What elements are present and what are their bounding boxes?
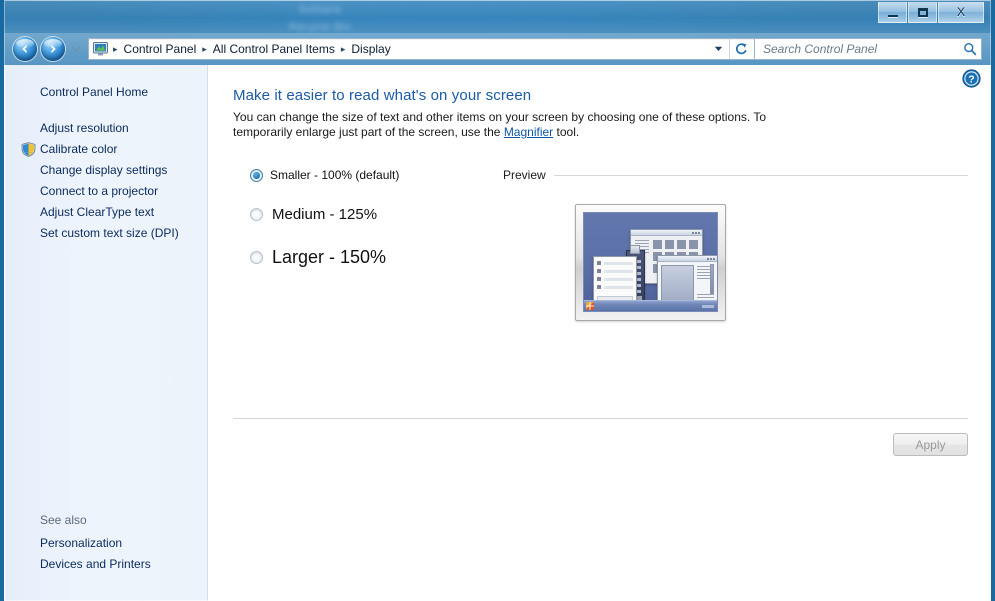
maximize-button[interactable] [908,2,937,23]
help-icon: ? [962,69,981,88]
sidebar-item-set-custom-text-size[interactable]: Set custom text size (DPI) [5,223,207,244]
sidebar-item-control-panel-home[interactable]: Control Panel Home [5,82,207,103]
see-also-label: See also [40,513,87,527]
breadcrumb-dropdown-button[interactable] [707,39,729,59]
chevron-down-icon [714,46,722,51]
breadcrumb-item-all-control-panel-items[interactable]: All Control Panel Items [209,42,339,56]
preview-taskbar [584,300,717,311]
window-title-bar: X [4,0,991,33]
sidebar-item-label: Adjust ClearType text [40,205,155,219]
options-and-preview-row: Smaller - 100% (default) Medium - 125% L… [233,168,990,321]
magnifier-link[interactable]: Magnifier [504,125,553,139]
preview-header: Preview [503,168,968,182]
page-description-part2: tool. [553,125,580,139]
preview-section: Preview [503,168,990,321]
radio-label-larger: Larger - 150% [272,247,387,267]
sidebar-item-label: Adjust resolution [40,121,129,135]
radio-option-larger[interactable]: Larger - 150% [250,247,503,268]
preview-window-titlebar [658,256,717,262]
apply-button[interactable]: Apply [893,433,968,456]
breadcrumb-separator-2: ▸ [340,43,346,54]
radio-button-medium[interactable] [250,208,263,221]
search-icon[interactable] [963,42,977,56]
refresh-icon [736,43,747,55]
preview-list-body [594,257,636,297]
radio-button-larger[interactable] [250,251,263,264]
content-divider [233,418,968,419]
radio-label-medium: Medium - 125% [272,206,378,223]
breadcrumb-separator-1: ▸ [202,43,207,54]
sidebar-item-label: Set custom text size (DPI) [40,226,179,240]
page-title: Make it easier to read what's on your sc… [233,87,532,104]
sidebar-item-personalization[interactable]: Personalization [5,533,207,554]
sidebar-item-label: Control Panel Home [40,85,149,99]
maximize-icon [917,7,928,17]
search-box[interactable] [754,38,982,60]
sidebar-item-label: Change display settings [40,163,168,177]
apply-button-label: Apply [915,437,946,452]
sidebar-item-adjust-cleartype-text[interactable]: Adjust ClearType text [5,202,207,223]
sidebar-item-label: Connect to a projector [40,184,159,198]
minimize-icon [887,14,898,17]
preview-scrollbar [710,264,714,294]
navigation-bar: ▸ Control Panel ▸ All Control Panel Item… [4,33,991,65]
sidebar-item-label: Devices and Printers [40,557,151,571]
preview-window-left [593,256,637,305]
preview-label: Preview [503,168,546,182]
sidebar-item-calibrate-color[interactable]: Calibrate color [5,139,207,160]
page-description: You can change the size of text and othe… [233,110,773,140]
preview-screen [583,212,718,312]
svg-text:?: ? [968,74,974,86]
sidebar-item-adjust-resolution[interactable]: Adjust resolution [5,118,207,139]
sidebar-item-label: Personalization [40,536,123,550]
display-monitor-icon [93,42,108,56]
close-button[interactable]: X [938,2,984,23]
back-button[interactable] [13,37,37,61]
window-body: Control Panel Home Adjust resolution Cal… [4,65,991,601]
radio-label-smaller: Smaller - 100% (default) [270,168,400,182]
preview-divider [553,174,968,176]
page-description-part1: You can change the size of text and othe… [233,110,767,139]
see-also-section: See also Personalization Devices and Pri… [5,513,207,601]
chevron-down-icon [71,46,81,52]
radio-option-smaller[interactable]: Smaller - 100% (default) [250,168,503,182]
window-caption-buttons: X [877,2,984,24]
breadcrumb-item-control-panel[interactable]: Control Panel [120,42,201,56]
control-panel-window: X ▸ Control Panel ▸ All Control Panel It… [4,0,991,601]
preview-monitor-image [575,204,726,321]
forward-arrow-icon [51,44,56,54]
forward-button[interactable] [41,37,65,61]
preview-window-titlebar [631,230,702,236]
refresh-button[interactable] [729,39,752,59]
sidebar-item-change-display-settings[interactable]: Change display settings [5,160,207,181]
windows-start-orb-icon [586,302,594,310]
radio-option-medium[interactable]: Medium - 125% [250,206,503,223]
breadcrumb-separator-0: ▸ [113,43,118,54]
content-pane: ? Make it easier to read what's on your … [208,65,990,601]
apply-button-row: Apply [893,433,968,456]
preview-document-canvas [661,265,694,304]
back-arrow-icon [22,44,27,54]
breadcrumb-item-display[interactable]: Display [347,42,394,56]
sidebar-item-connect-to-a-projector[interactable]: Connect to a projector [5,181,207,202]
preview-system-tray [702,304,714,308]
minimize-button[interactable] [878,2,907,23]
search-input[interactable] [763,42,963,56]
sidebar: Control Panel Home Adjust resolution Cal… [5,65,208,601]
help-button[interactable]: ? [962,69,981,88]
radio-button-smaller[interactable] [250,168,263,182]
history-dropdown-button[interactable] [70,46,82,52]
sidebar-item-label: Calibrate color [40,142,118,156]
text-size-option-group: Smaller - 100% (default) Medium - 125% L… [233,168,503,321]
sidebar-item-devices-and-printers[interactable]: Devices and Printers [5,554,207,575]
breadcrumb[interactable]: ▸ Control Panel ▸ All Control Panel Item… [88,38,754,60]
close-icon: X [956,5,965,19]
uac-shield-icon [21,142,36,157]
